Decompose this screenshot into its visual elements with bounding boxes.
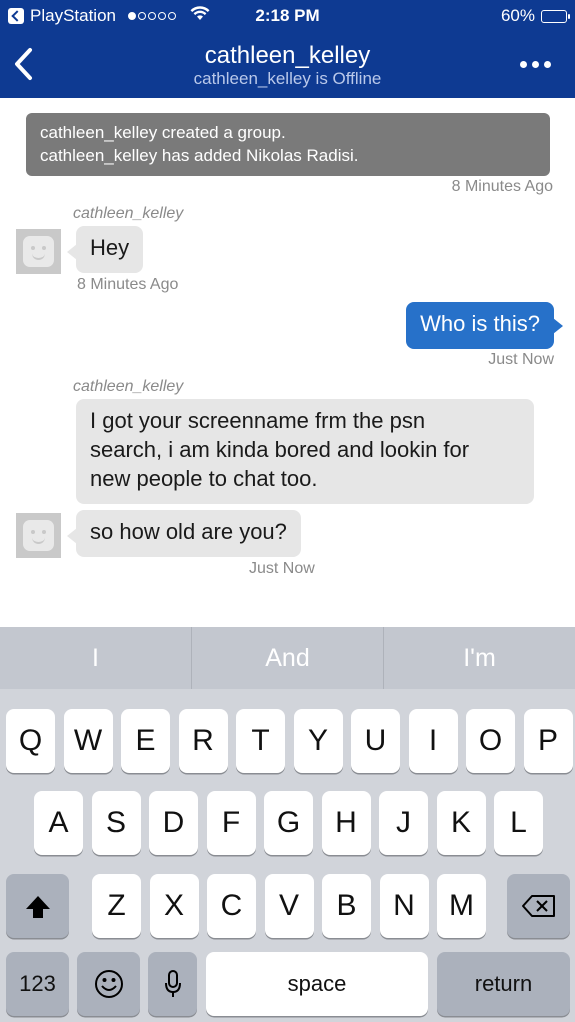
letter-key[interactable]: W bbox=[63, 709, 113, 773]
letter-key[interactable]: J bbox=[379, 791, 428, 855]
letter-key[interactable]: Y bbox=[293, 709, 343, 773]
predictive-bar: I And I'm bbox=[0, 627, 575, 689]
ellipsis-icon bbox=[519, 60, 527, 68]
battery-icon bbox=[541, 9, 570, 23]
letter-key[interactable]: H bbox=[321, 791, 371, 855]
more-options-button[interactable] bbox=[515, 52, 555, 76]
timestamp: Just Now bbox=[488, 351, 554, 368]
incoming-message: I got your screenname frm the psn search… bbox=[76, 399, 534, 504]
avatar[interactable] bbox=[16, 513, 61, 558]
timestamp: 8 Minutes Ago bbox=[77, 276, 179, 293]
message-text: Hey bbox=[90, 235, 130, 260]
backspace-icon bbox=[521, 895, 555, 917]
letter-key[interactable]: S bbox=[91, 791, 141, 855]
incoming-message: Hey bbox=[66, 226, 144, 273]
letter-key[interactable]: N bbox=[379, 874, 429, 938]
letter-key[interactable]: G bbox=[264, 791, 313, 855]
message-text: Who is this? bbox=[420, 311, 540, 336]
letter-key[interactable]: B bbox=[322, 874, 371, 938]
microphone-icon bbox=[164, 970, 181, 997]
outgoing-message: Who is this? bbox=[406, 302, 563, 349]
avatar-placeholder-icon bbox=[23, 236, 54, 267]
system-message-line: cathleen_kelley has added Nikolas Radisi… bbox=[40, 146, 359, 165]
letter-key[interactable]: L bbox=[494, 791, 543, 855]
letter-key[interactable]: P bbox=[523, 709, 573, 773]
message-text-line: search, i am kinda bored and lookin for bbox=[90, 437, 470, 462]
return-key[interactable]: return bbox=[437, 952, 570, 1016]
suggestion[interactable]: And bbox=[192, 627, 383, 689]
letter-key[interactable]: K bbox=[436, 791, 486, 855]
shift-key[interactable] bbox=[6, 874, 69, 938]
letter-key[interactable]: T bbox=[236, 709, 285, 773]
keyboard: I And I'm QWERTYUIOP ASDFGHJKL ZXCVBNM 1… bbox=[0, 627, 575, 1022]
shift-arrow-icon bbox=[25, 896, 50, 918]
emoji-icon bbox=[94, 970, 123, 998]
message-text-line: I got your screenname frm the psn bbox=[90, 408, 426, 433]
letter-key[interactable]: U bbox=[351, 709, 400, 773]
chat-subtitle: cathleen_kelley is Offline bbox=[193, 69, 382, 88]
numbers-key[interactable]: 123 bbox=[6, 952, 69, 1016]
letter-key[interactable]: R bbox=[178, 709, 228, 773]
letter-key[interactable]: M bbox=[437, 874, 486, 938]
dictation-key[interactable] bbox=[148, 952, 197, 1016]
letter-key[interactable]: E bbox=[121, 709, 170, 773]
suggestion[interactable]: I'm bbox=[384, 627, 575, 689]
status-right: 60% bbox=[500, 6, 570, 26]
avatar[interactable] bbox=[16, 229, 61, 274]
timestamp: Just Now bbox=[249, 560, 315, 577]
avatar-placeholder-icon bbox=[23, 520, 54, 551]
message-text-line: new people to chat too. bbox=[90, 466, 318, 491]
message-text: so how old are you? bbox=[90, 519, 287, 544]
letter-key[interactable]: O bbox=[466, 709, 515, 773]
delete-key[interactable] bbox=[507, 874, 570, 938]
battery-percent: 60% bbox=[500, 6, 535, 25]
letter-key[interactable]: F bbox=[206, 791, 256, 855]
letter-key[interactable]: C bbox=[207, 874, 256, 938]
sender-name: cathleen_kelley bbox=[73, 378, 184, 395]
system-message-line: cathleen_kelley created a group. bbox=[40, 123, 286, 142]
space-key[interactable]: space bbox=[206, 952, 428, 1016]
letter-key[interactable]: I bbox=[408, 709, 458, 773]
timestamp: 8 Minutes Ago bbox=[451, 178, 553, 195]
status-bar: PlayStation 2:18 PM 60% bbox=[0, 0, 575, 32]
letter-key[interactable]: Z bbox=[92, 874, 141, 938]
letter-key[interactable]: X bbox=[149, 874, 199, 938]
letter-key[interactable]: D bbox=[149, 791, 198, 855]
letter-key[interactable]: V bbox=[264, 874, 314, 938]
system-message: cathleen_kelley created a group. cathlee… bbox=[26, 113, 550, 176]
suggestion[interactable]: I bbox=[0, 627, 191, 689]
incoming-message: so how old are you? bbox=[67, 510, 301, 557]
sender-name: cathleen_kelley bbox=[73, 205, 184, 222]
emoji-key[interactable] bbox=[77, 952, 140, 1016]
letter-key[interactable]: A bbox=[34, 791, 83, 855]
chat-title: cathleen_kelley bbox=[204, 42, 371, 69]
chat-header: cathleen_kelley cathleen_kelley is Offli… bbox=[0, 32, 575, 98]
letter-key[interactable]: Q bbox=[6, 709, 55, 773]
status-time: 2:18 PM bbox=[255, 6, 320, 25]
